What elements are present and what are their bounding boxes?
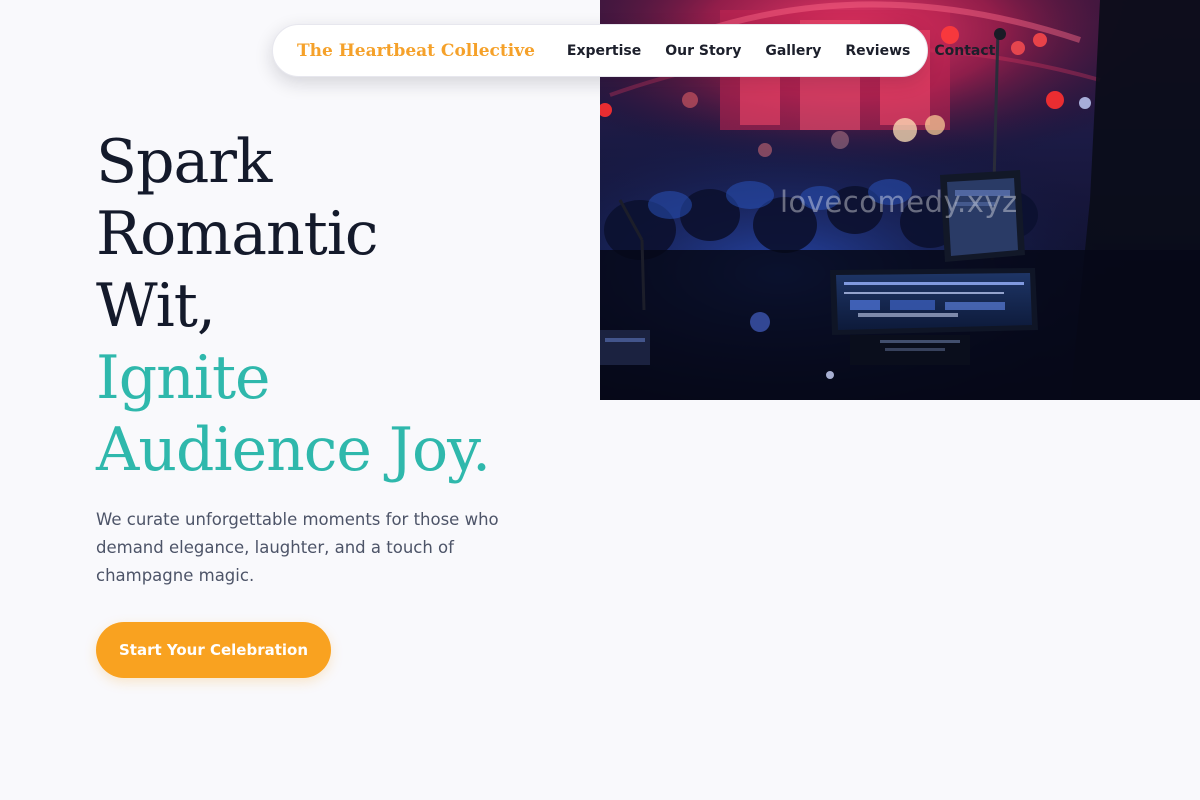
- top-navigation: The Heartbeat Collective Expertise Our S…: [272, 24, 995, 77]
- brand-logo[interactable]: The Heartbeat Collective: [297, 41, 535, 61]
- headline-line: Spark: [96, 127, 272, 197]
- hero-subtitle: We curate unforgettable moments for thos…: [96, 510, 499, 585]
- nav-link-reviews[interactable]: Reviews: [845, 43, 910, 59]
- nav-links: Expertise Our Story Gallery Reviews Cont…: [567, 43, 995, 59]
- hero-headline: Spark Romantic Wit, Ignite Audience Joy.: [96, 126, 596, 486]
- headline-line: Romantic: [96, 199, 379, 269]
- headline-accent-line: Ignite: [96, 343, 271, 413]
- headline-accent-line: Audience Joy.: [96, 415, 491, 485]
- nav-link-gallery[interactable]: Gallery: [765, 43, 821, 59]
- nav-link-our-story[interactable]: Our Story: [665, 43, 741, 59]
- landing-page: lovecomedy.xyz The Heartbeat Collective …: [0, 0, 1200, 800]
- nav-link-contact[interactable]: Contact: [934, 43, 995, 59]
- headline-line: Wit,: [96, 271, 216, 341]
- start-celebration-button[interactable]: Start Your Celebration: [96, 622, 331, 678]
- watermark-text: lovecomedy.xyz: [780, 185, 1018, 219]
- nav-link-expertise[interactable]: Expertise: [567, 43, 641, 59]
